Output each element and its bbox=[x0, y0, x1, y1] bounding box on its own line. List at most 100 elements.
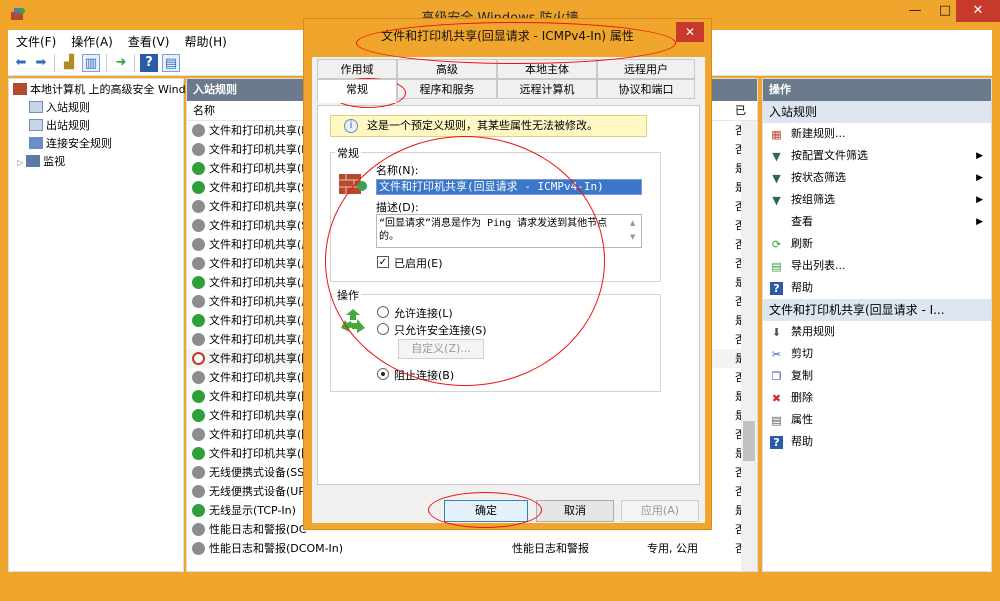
rule-name: 文件和打印机共享(回 bbox=[209, 390, 313, 403]
tree-item-connection-security[interactable]: 连接安全规则 bbox=[29, 135, 112, 153]
action-label: 新建规则... bbox=[791, 127, 846, 140]
info-bar: i 这是一个预定义规则，其某些属性无法被修改。 bbox=[330, 115, 647, 137]
help-icon: ? bbox=[770, 436, 783, 449]
monitor-icon bbox=[26, 155, 41, 167]
submenu-arrow-icon: ▶ bbox=[976, 151, 983, 161]
tab-protocols-ports[interactable]: 协议和端口 bbox=[597, 79, 695, 99]
rule-name: 文件和打印机共享(后 bbox=[209, 333, 313, 346]
rule-name: 无线便携式设备(UP bbox=[209, 485, 305, 498]
menu-file[interactable]: 文件(F) bbox=[8, 30, 63, 50]
vertical-scrollbar[interactable] bbox=[741, 121, 757, 571]
action-item[interactable]: ▼ 按配置文件筛选 ▶ bbox=[763, 145, 991, 167]
enabled-status-icon bbox=[192, 314, 205, 327]
submenu-arrow-icon: ▶ bbox=[976, 217, 983, 227]
tree-root[interactable]: 本地计算机 上的高级安全 Wind bbox=[13, 81, 186, 99]
rule-name: 文件和打印机共享(S bbox=[209, 219, 309, 232]
action-item[interactable]: ✖ 删除 bbox=[763, 387, 991, 409]
disabled-status-icon bbox=[192, 371, 205, 384]
action-item[interactable]: ? 帮助 bbox=[763, 277, 991, 299]
disabled-status-icon bbox=[192, 219, 205, 232]
rule-name: 文件和打印机共享(后 bbox=[209, 314, 313, 327]
help-icon[interactable]: ? bbox=[140, 54, 158, 72]
menu-help[interactable]: 帮助(H) bbox=[176, 30, 233, 50]
action-item[interactable]: ▼ 按状态筛选 ▶ bbox=[763, 167, 991, 189]
rule-name: 文件和打印机共享(N bbox=[209, 124, 310, 137]
submenu-arrow-icon: ▶ bbox=[976, 195, 983, 205]
apply-button[interactable]: 应用(A) bbox=[621, 500, 699, 522]
action-item[interactable]: ? 帮助 bbox=[763, 431, 991, 453]
description-scroll-icon[interactable]: ▲ ▼ bbox=[630, 216, 635, 244]
block-connection-radio[interactable] bbox=[377, 368, 389, 380]
rule-name: 文件和打印机共享(回 bbox=[209, 352, 313, 365]
tree-item-inbound-rules[interactable]: 入站规则 bbox=[29, 99, 90, 117]
rule-name: 文件和打印机共享(后 bbox=[209, 276, 313, 289]
minimize-button[interactable]: — bbox=[900, 0, 930, 22]
action-item[interactable]: ❐ 复制 bbox=[763, 365, 991, 387]
action-label: 按状态筛选 bbox=[791, 171, 846, 184]
menu-action[interactable]: 操作(A) bbox=[63, 30, 120, 50]
show-hide-action-pane-icon[interactable]: ▤ bbox=[162, 54, 180, 72]
up-folder-icon[interactable]: ▟ bbox=[60, 54, 78, 72]
scrollbar-thumb[interactable] bbox=[743, 421, 755, 461]
cut-icon: ✂ bbox=[771, 348, 782, 361]
expand-arrow-icon[interactable]: ▷ bbox=[17, 158, 23, 167]
action-item[interactable]: ✂ 剪切 bbox=[763, 343, 991, 365]
disabled-status-icon bbox=[192, 124, 205, 137]
enabled-status-icon bbox=[192, 162, 205, 175]
actions-section-inbound[interactable]: 入站规则 bbox=[763, 101, 991, 123]
table-row[interactable]: 性能日志和警报(DCOM-In)性能日志和警报专用, 公用否 bbox=[187, 539, 757, 558]
forward-arrow-icon[interactable]: ➡ bbox=[32, 54, 50, 72]
close-button[interactable]: ✕ bbox=[956, 0, 1000, 22]
action-label: 帮助 bbox=[791, 281, 813, 294]
enabled-status-icon bbox=[192, 276, 205, 289]
tree-item-label: 入站规则 bbox=[46, 101, 90, 114]
enabled-status-icon bbox=[192, 409, 205, 422]
tree-item-label: 出站规则 bbox=[46, 119, 90, 132]
tab-remote-computers[interactable]: 远程计算机 bbox=[497, 79, 597, 99]
annotation-oval-title bbox=[356, 22, 676, 64]
export-list-icon[interactable]: ➜ bbox=[112, 54, 130, 72]
action-label: 剪切 bbox=[791, 347, 813, 360]
info-text: 这是一个预定义规则，其某些属性无法被修改。 bbox=[367, 119, 598, 132]
tab-programs-services[interactable]: 程序和服务 bbox=[397, 79, 497, 99]
enabled-status-icon bbox=[192, 447, 205, 460]
toolbar-separator bbox=[54, 54, 55, 72]
rule-name: 文件和打印机共享(S bbox=[209, 181, 309, 194]
new-rule-icon: ▦ bbox=[771, 128, 782, 141]
enabled-status-icon bbox=[192, 390, 205, 403]
rule-name: 无线显示(TCP-In) bbox=[209, 504, 296, 517]
back-arrow-icon[interactable]: ⬅ bbox=[12, 54, 30, 72]
properties-icon: ▤ bbox=[771, 414, 782, 427]
action-item[interactable]: ▤ 导出列表... bbox=[763, 255, 991, 277]
action-item[interactable]: ▤ 属性 bbox=[763, 409, 991, 431]
tab-general[interactable]: 常规 bbox=[317, 79, 397, 103]
show-hide-tree-icon[interactable]: ▥ bbox=[82, 54, 100, 72]
tree-item-label: 监视 bbox=[43, 155, 66, 168]
view-icon bbox=[770, 216, 783, 229]
filter-icon: ▼ bbox=[772, 150, 781, 163]
action-item[interactable]: ▦ 新建规则... bbox=[763, 123, 991, 145]
rule-name: 文件和打印机共享(后 bbox=[209, 238, 313, 251]
action-item[interactable]: ⟳ 刷新 bbox=[763, 233, 991, 255]
export-icon: ▤ bbox=[771, 260, 782, 273]
tab-remote-users[interactable]: 远程用户 bbox=[597, 59, 695, 79]
tree-item-outbound-rules[interactable]: 出站规则 bbox=[29, 117, 90, 135]
rule-name: 性能日志和警报(DCOM-In) bbox=[209, 542, 344, 555]
column-enabled[interactable]: 已 bbox=[735, 101, 746, 121]
actions-section-rule[interactable]: 文件和打印机共享(回显请求 - I... bbox=[763, 299, 991, 321]
enabled-status-icon bbox=[192, 504, 205, 517]
tree-item-monitoring[interactable]: ▷ 监视 bbox=[17, 153, 65, 171]
cancel-button[interactable]: 取消 bbox=[536, 500, 614, 522]
action-label: 按配置文件筛选 bbox=[791, 149, 868, 162]
tab-scope[interactable]: 作用域 bbox=[317, 59, 397, 79]
dialog-close-button[interactable]: ✕ bbox=[676, 22, 704, 42]
action-item[interactable]: ▼ 按组筛选 ▶ bbox=[763, 189, 991, 211]
action-label: 禁用规则 bbox=[791, 325, 835, 338]
action-label: 按组筛选 bbox=[791, 193, 835, 206]
toolbar-separator bbox=[134, 54, 135, 72]
menu-view[interactable]: 查看(V) bbox=[120, 30, 177, 50]
column-name[interactable]: 名称 bbox=[193, 104, 215, 117]
action-item[interactable]: 查看 ▶ bbox=[763, 211, 991, 233]
action-item[interactable]: ⬇ 禁用规则 bbox=[763, 321, 991, 343]
submenu-arrow-icon: ▶ bbox=[976, 173, 983, 183]
